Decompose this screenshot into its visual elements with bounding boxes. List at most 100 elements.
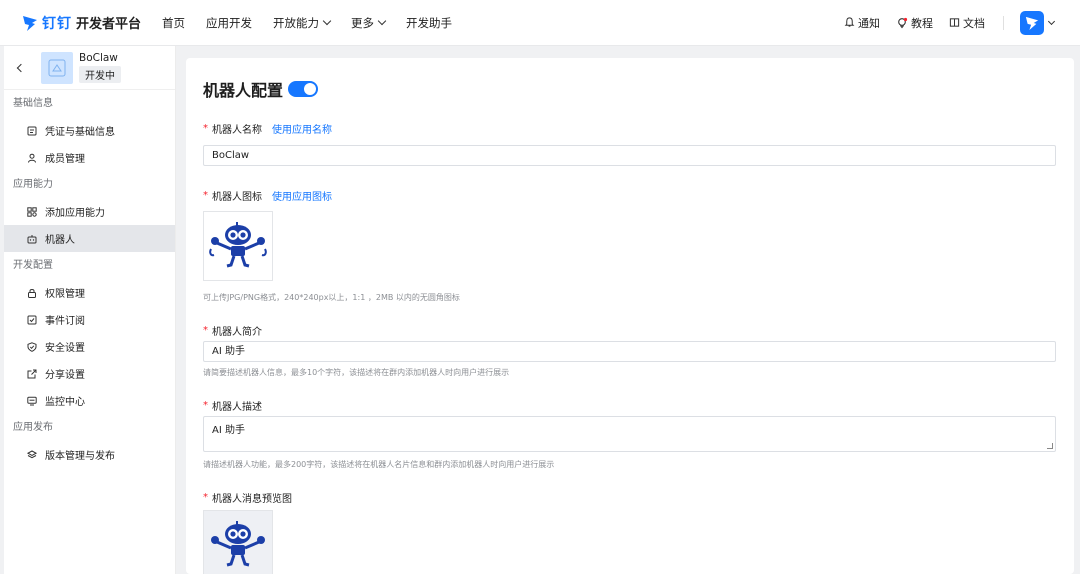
sidebar-item-label: 权限管理 xyxy=(45,289,85,300)
back-arrow-icon[interactable] xyxy=(16,63,26,72)
bulb-icon xyxy=(898,17,908,28)
required-asterisk: * xyxy=(203,123,208,134)
sidebar-item-permissions[interactable]: 权限管理 xyxy=(4,279,175,306)
main-nav: 首页 应用开发 开放能力 更多 开发助手 xyxy=(162,15,473,31)
nav-label: 开放能力 xyxy=(273,15,319,30)
robot-mascot-icon xyxy=(211,521,265,567)
sidebar-item-label: 凭证与基础信息 xyxy=(45,127,115,138)
field-label-text: 机器人名称 xyxy=(212,125,262,136)
nav-item-dev-assistant[interactable]: 开发助手 xyxy=(406,15,452,31)
robot-name-input[interactable]: BoClaw xyxy=(203,145,1056,166)
page-title-text: 机器人配置 xyxy=(203,81,284,100)
tutorial-button[interactable]: 教程 xyxy=(896,15,933,31)
notify-label: 通知 xyxy=(858,16,880,30)
nav-label: 开发助手 xyxy=(406,15,452,30)
field-label-text: 机器人消息预览图 xyxy=(212,494,292,505)
apps-icon xyxy=(27,206,37,217)
required-asterisk: * xyxy=(203,325,208,336)
robot-name-label: * 机器人名称 使用应用名称 xyxy=(203,121,332,136)
sidebar-section-title: 开发配置 xyxy=(13,260,53,271)
user-avatar-menu[interactable] xyxy=(1020,10,1056,35)
textarea-value: AI 助手 xyxy=(212,425,245,436)
monitor-icon xyxy=(27,396,37,406)
layers-icon xyxy=(27,449,37,460)
robot-config-panel: 机器人配置 * 机器人名称 使用应用名称 BoClaw * 机器人图标 使用应用… xyxy=(186,58,1074,574)
nav-item-more[interactable]: 更多 xyxy=(351,15,387,31)
sidebar-item-label: 安全设置 xyxy=(45,343,85,354)
brand-title: 开发者平台 xyxy=(76,17,142,32)
sidebar-section-title: 应用发布 xyxy=(13,422,53,433)
docs-button[interactable]: 文档 xyxy=(949,15,985,31)
sidebar-item-label: 添加应用能力 xyxy=(45,208,105,219)
sidebar-item-credentials[interactable]: 凭证与基础信息 xyxy=(4,117,175,144)
app-placeholder-icon xyxy=(48,59,66,76)
robot-desc-textarea[interactable]: AI 助手 xyxy=(203,416,1056,452)
tutorial-label: 教程 xyxy=(911,16,933,30)
sidebar: BoClaw 开发中 基础信息 凭证与基础信息 成员管理 应用能力 添加应用能力… xyxy=(4,46,176,574)
required-asterisk: * xyxy=(203,492,208,503)
robot-icon-upload[interactable] xyxy=(203,211,273,281)
use-app-name-link[interactable]: 使用应用名称 xyxy=(272,121,332,136)
sidebar-item-label: 分享设置 xyxy=(45,370,85,381)
app-status-badge: 开发中 xyxy=(79,66,121,83)
app-meta: BoClaw 开发中 xyxy=(79,52,121,83)
robot-preview-label: * 机器人消息预览图 xyxy=(203,490,292,505)
avatar xyxy=(1020,10,1044,35)
sidebar-item-release[interactable]: 版本管理与发布 xyxy=(4,441,175,468)
nav-item-home[interactable]: 首页 xyxy=(162,15,185,31)
robot-icon xyxy=(27,234,37,244)
lock-icon xyxy=(27,288,37,298)
sidebar-item-add-capability[interactable]: 添加应用能力 xyxy=(4,198,175,225)
page-title: 机器人配置 xyxy=(203,77,319,101)
bell-icon xyxy=(844,17,855,27)
field-label-text: 机器人图标 xyxy=(212,192,262,203)
event-icon xyxy=(27,315,37,325)
chevron-down-icon xyxy=(322,16,332,26)
notify-button[interactable]: 通知 xyxy=(844,15,880,31)
top-right-actions: 通知 教程 文档 xyxy=(828,10,1056,35)
robot-icon-label: * 机器人图标 使用应用图标 xyxy=(203,188,332,203)
sidebar-item-label: 成员管理 xyxy=(45,154,85,165)
top-navigation-bar: 钉钉 开发者平台 首页 应用开发 开放能力 更多 开发助手 通知 教程 文档 xyxy=(0,0,1080,46)
sidebar-section-title: 基础信息 xyxy=(13,98,53,109)
robot-desc-hint: 请描述机器人功能，最多200字符，该描述将在机器人名片信息和群内添加机器人时向用… xyxy=(203,460,555,469)
user-icon xyxy=(27,153,37,163)
robot-preview-upload[interactable] xyxy=(203,510,273,574)
nav-label: 更多 xyxy=(351,15,374,30)
chevron-down-icon xyxy=(377,16,387,26)
required-asterisk: * xyxy=(203,400,208,411)
nav-label: 应用开发 xyxy=(206,15,252,30)
sidebar-item-events[interactable]: 事件订阅 xyxy=(4,306,175,333)
resize-handle[interactable] xyxy=(1047,443,1053,449)
sidebar-item-security[interactable]: 安全设置 xyxy=(4,333,175,360)
use-app-icon-link[interactable]: 使用应用图标 xyxy=(272,188,332,203)
robot-enable-toggle[interactable] xyxy=(288,81,319,97)
sidebar-item-label: 机器人 xyxy=(45,235,75,246)
sidebar-item-members[interactable]: 成员管理 xyxy=(4,144,175,171)
divider xyxy=(1003,15,1004,30)
required-asterisk: * xyxy=(203,190,208,201)
robot-intro-input[interactable]: AI 助手 xyxy=(203,341,1056,362)
sidebar-item-label: 监控中心 xyxy=(45,397,85,408)
sidebar-item-robot[interactable]: 机器人 xyxy=(4,225,175,252)
robot-icon-hint: 可上传JPG/PNG格式，240*240px以上，1:1 ，2MB 以内的无圆角… xyxy=(203,293,460,302)
app-header: BoClaw 开发中 xyxy=(4,46,175,90)
nav-label: 首页 xyxy=(162,15,185,30)
chevron-down-icon xyxy=(1047,17,1056,25)
app-icon xyxy=(41,51,73,84)
share-icon xyxy=(27,369,37,379)
docs-label: 文档 xyxy=(963,16,985,30)
shield-icon xyxy=(27,341,37,352)
brand[interactable]: 钉钉 开发者平台 xyxy=(22,13,162,33)
sidebar-item-monitor[interactable]: 监控中心 xyxy=(4,387,175,414)
nav-item-open-capabilities[interactable]: 开放能力 xyxy=(273,15,332,31)
robot-intro-label: * 机器人简介 xyxy=(203,323,262,338)
app-name: BoClaw xyxy=(79,52,118,64)
robot-mascot-icon xyxy=(209,222,267,268)
dingtalk-logo-icon xyxy=(23,15,37,31)
brand-name: 钉钉 xyxy=(42,15,72,32)
field-label-text: 机器人描述 xyxy=(212,402,262,413)
nav-item-app-dev[interactable]: 应用开发 xyxy=(206,15,252,31)
sidebar-item-share[interactable]: 分享设置 xyxy=(4,360,175,387)
credential-icon xyxy=(27,126,37,136)
